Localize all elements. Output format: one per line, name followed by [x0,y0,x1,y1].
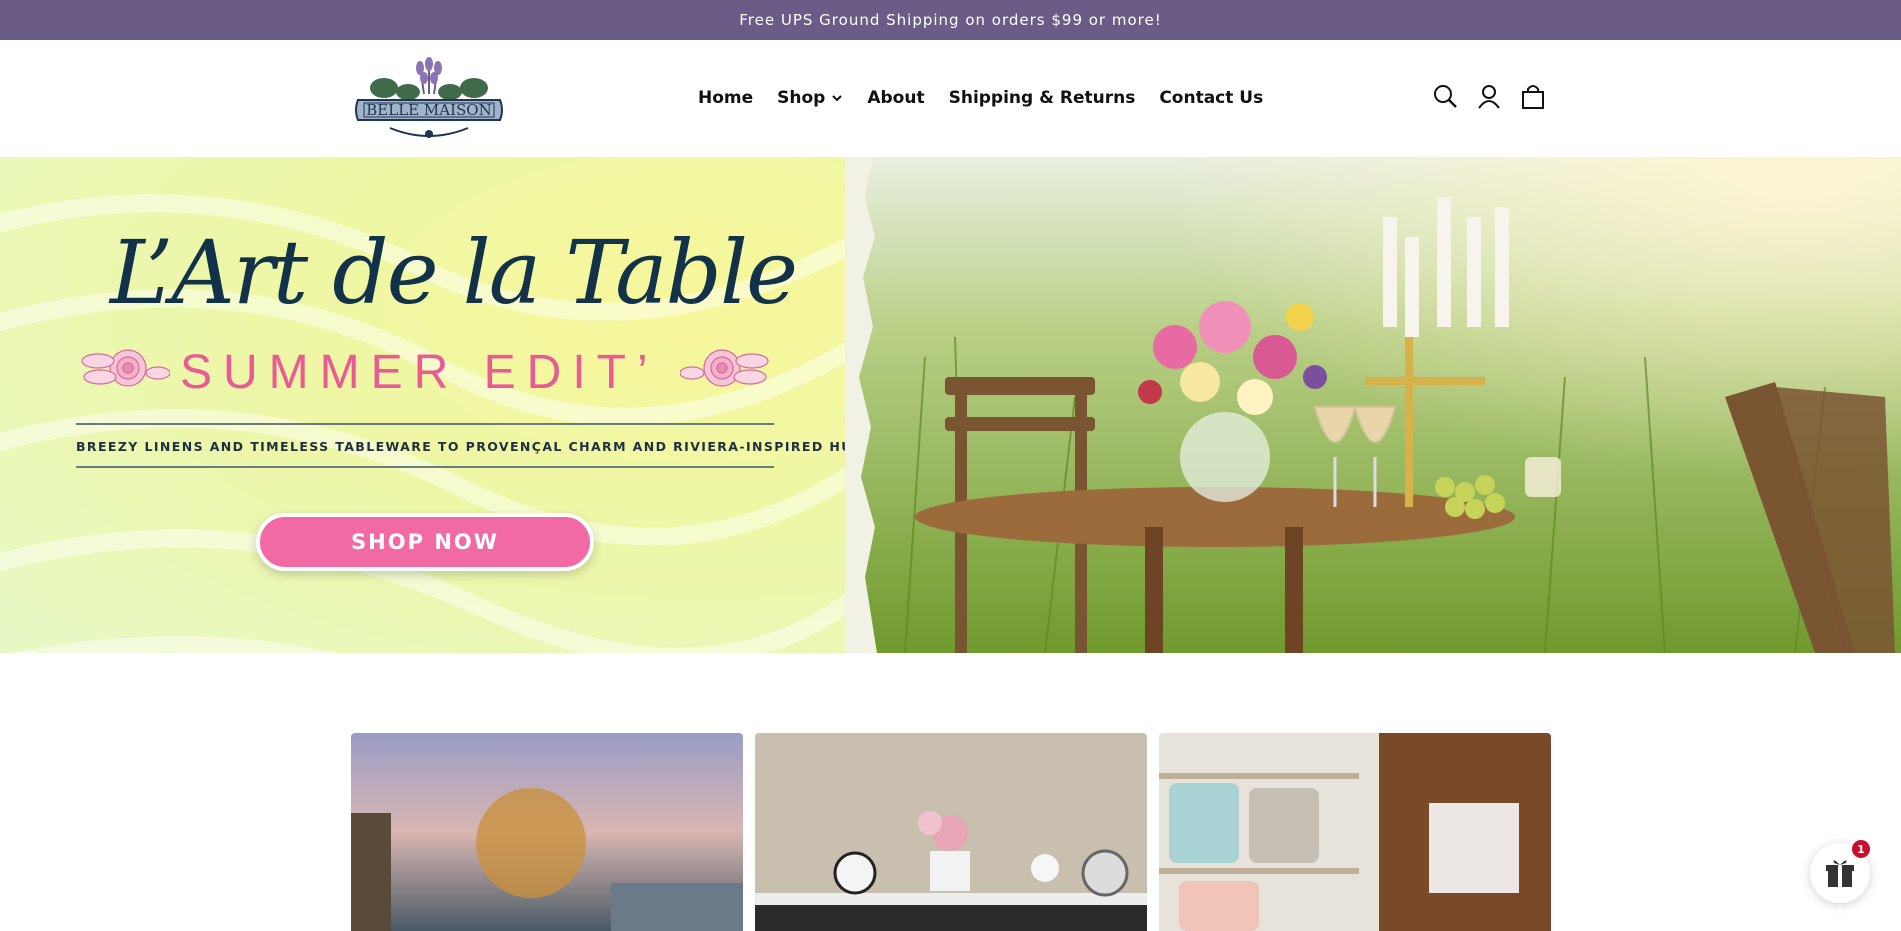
divider-top [76,423,774,425]
main-nav: Home Shop About Shipping & Returns Conta… [698,86,1263,110]
nav-shipping-label: Shipping & Returns [948,88,1136,108]
nav-home[interactable]: Home [698,88,753,108]
hero-text-panel: L’Art de la Table SUMMER EDIT’ BREEZY LI… [0,157,880,653]
cart-icon[interactable] [1521,84,1545,110]
nav-shop-label: Shop [777,88,826,108]
collection-cards [351,733,1551,931]
collection-card[interactable] [1159,733,1551,931]
roses-right-icon [680,349,769,387]
hero-tagline: BREEZY LINENS AND TIMELESS TABLEWARE TO … [76,439,874,454]
card-image-tableware [755,733,1147,931]
nav-about-label: About [867,88,925,108]
nav-home-label: Home [698,88,754,108]
roses-left-icon [81,349,170,387]
divider-bottom [76,466,774,468]
nav-contact[interactable]: Contact Us [1159,88,1263,108]
header-icons [1433,84,1545,110]
announcement-text: Free UPS Ground Shipping on orders $99 o… [739,11,1162,29]
announcement-bar: Free UPS Ground Shipping on orders $99 o… [0,0,1901,40]
nav-about[interactable]: About [867,88,924,108]
chevron-down-icon [832,95,843,102]
collection-card[interactable] [351,733,743,931]
brand-name: BELLE MAISON [366,101,491,119]
account-icon[interactable] [1477,84,1501,110]
gift-icon [1826,860,1854,887]
hero-subtitle: SUMMER EDIT’ [180,346,659,399]
gift-badge-count: 1 [1852,840,1870,858]
nav-shop[interactable]: Shop [777,88,843,108]
hero-banner: L’Art de la Table SUMMER EDIT’ BREEZY LI… [0,157,1901,653]
shop-now-button[interactable]: SHOP NOW [256,513,594,571]
card-image-painting [351,733,743,931]
hero-title: L’Art de la Table [110,221,798,324]
collection-card[interactable] [755,733,1147,931]
site-header: BELLE MAISON Home Shop About Shipping & … [0,40,1901,157]
hero-picnic-photo [845,157,1901,653]
card-image-pillows [1159,733,1551,931]
search-icon[interactable] [1433,84,1457,110]
nav-shipping-returns[interactable]: Shipping & Returns [949,88,1136,108]
nav-contact-label: Contact Us [1159,88,1264,108]
brand-logo[interactable]: BELLE MAISON [350,54,508,144]
